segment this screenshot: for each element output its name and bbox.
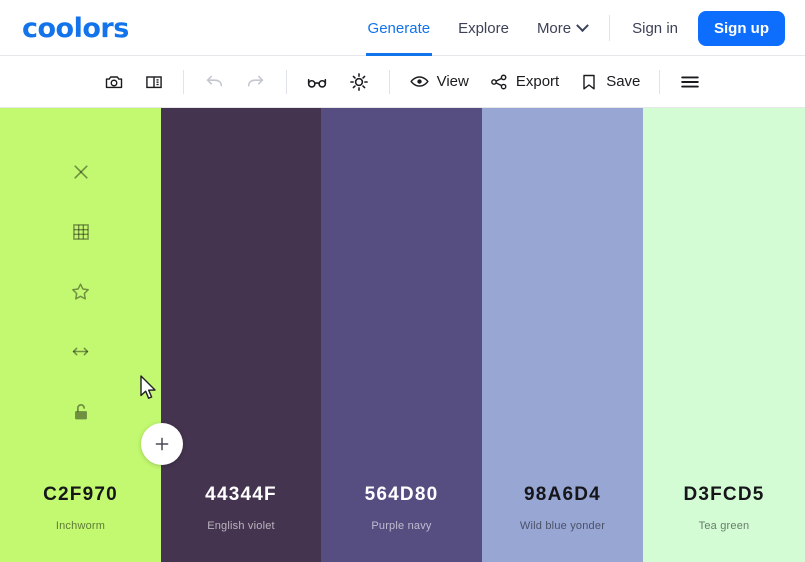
share-icon (490, 74, 507, 89)
swatch-hex[interactable]: C2F970 (43, 484, 118, 506)
layout-panels-button[interactable] (134, 65, 174, 99)
drag-horizontal-icon (70, 341, 91, 367)
editor-toolbar: View Export Save (0, 56, 805, 108)
brightness-button[interactable] (338, 65, 380, 99)
chevron-down-icon (576, 18, 589, 32)
grid-button[interactable] (68, 221, 94, 247)
close-icon (71, 162, 91, 187)
export-label: Export (515, 73, 560, 90)
swatch-name[interactable]: Purple navy (371, 520, 431, 532)
redo-button[interactable] (235, 65, 277, 99)
hamburger-icon (681, 75, 700, 88)
plus-icon (155, 437, 169, 451)
bookmark-icon (583, 74, 595, 90)
nav-divider (609, 15, 611, 41)
nav-label-generate: Generate (367, 19, 431, 37)
undo-button[interactable] (193, 65, 235, 99)
color-swatch[interactable]: C2F970 Inchworm (0, 108, 161, 562)
add-color-button[interactable] (141, 423, 183, 465)
nav-item-explore[interactable]: Explore (444, 0, 523, 56)
save-button[interactable]: Save (569, 65, 650, 99)
color-swatch[interactable]: D3FCD5 Tea green (643, 108, 805, 562)
glasses-icon (307, 78, 326, 88)
swatch-name[interactable]: Tea green (699, 520, 750, 532)
unlock-button[interactable] (68, 401, 94, 427)
brightness-icon (349, 72, 368, 91)
view-button[interactable]: View (399, 65, 479, 99)
color-swatch[interactable]: 564D80 Purple navy (321, 108, 482, 562)
color-swatch[interactable]: 44344F English violet (161, 108, 321, 562)
grid-icon (71, 222, 91, 247)
sign-in-link[interactable]: Sign in (618, 20, 692, 37)
nav-label-explore: Explore (458, 19, 509, 37)
swatch-name[interactable]: English violet (207, 520, 275, 532)
swatch-tools (0, 161, 161, 427)
nav-label-more: More (536, 19, 572, 37)
redo-icon (247, 75, 264, 86)
app-header: coolors Generate Explore More Sign in Si… (0, 0, 805, 56)
eye-icon (409, 76, 429, 87)
swatch-name[interactable]: Inchworm (56, 520, 105, 532)
panels-icon (145, 75, 162, 88)
swatch-hex[interactable]: D3FCD5 (683, 484, 764, 506)
star-button[interactable] (68, 281, 94, 307)
coolors-logo[interactable]: coolors (22, 13, 129, 44)
toolbar-divider-4 (659, 69, 661, 94)
colorblind-view-button[interactable] (296, 65, 338, 99)
star-icon (70, 281, 91, 307)
swatch-hex[interactable]: 564D80 (365, 484, 439, 506)
undo-icon (206, 75, 222, 86)
save-label: Save (606, 73, 641, 90)
screenshot-button[interactable] (94, 65, 134, 99)
export-button[interactable]: Export (479, 65, 569, 99)
main-nav: Generate Explore More Sign in Sign up (354, 0, 785, 56)
color-palette: C2F970 Inchworm 44344F English violet 564D80… (0, 108, 805, 562)
swatch-name[interactable]: Wild blue yonder (520, 520, 605, 532)
toolbar-divider-1 (182, 69, 184, 94)
swatch-hex[interactable]: 98A6D4 (524, 484, 601, 506)
coolors-app: coolors Generate Explore More Sign in Si… (0, 0, 805, 562)
menu-button[interactable] (669, 65, 711, 99)
color-swatch[interactable]: 98A6D4 Wild blue yonder (482, 108, 643, 562)
view-label: View (436, 73, 469, 90)
close-button[interactable] (68, 161, 94, 187)
sign-up-button[interactable]: Sign up (698, 10, 785, 46)
camera-icon (105, 75, 122, 88)
nav-item-more[interactable]: More (523, 0, 601, 56)
toolbar-divider-2 (285, 69, 287, 94)
toolbar-divider-3 (388, 69, 390, 94)
drag-horizontal-button[interactable] (68, 341, 94, 367)
swatch-hex[interactable]: 44344F (205, 484, 277, 506)
nav-item-generate[interactable]: Generate (354, 0, 445, 56)
unlock-icon (70, 401, 92, 428)
